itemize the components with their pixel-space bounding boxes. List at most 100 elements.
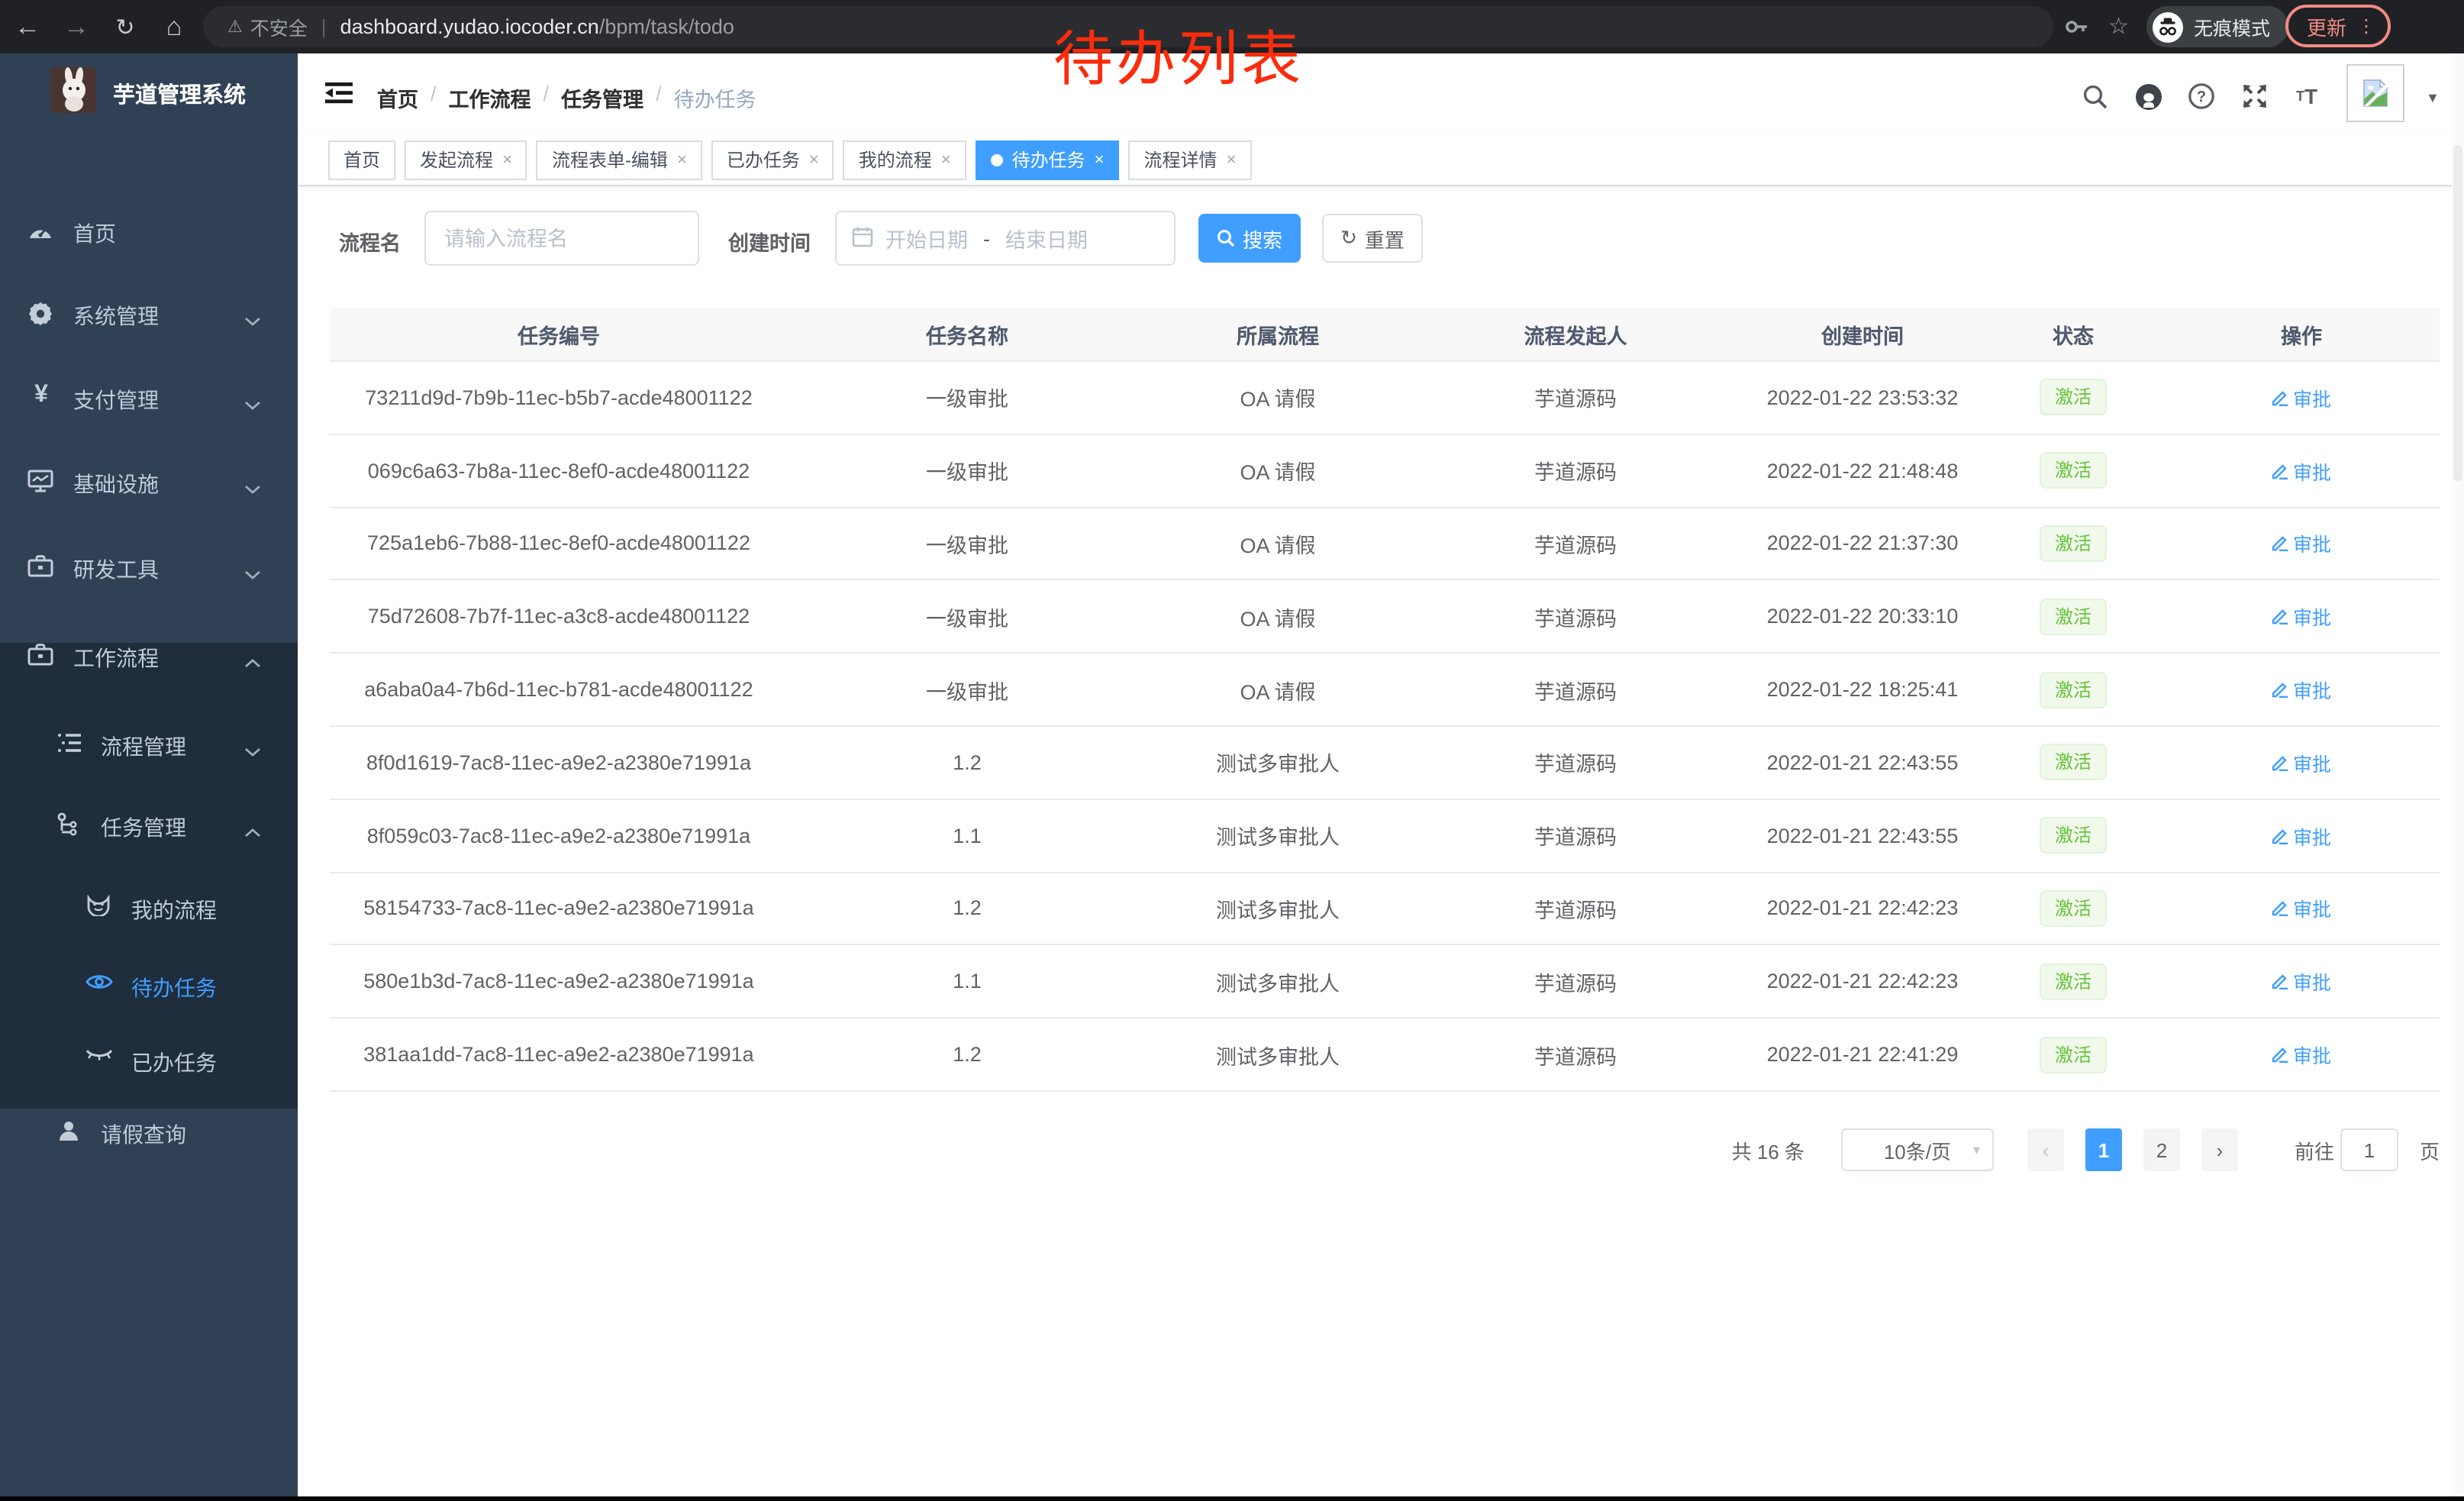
approve-button[interactable]: 审批 (2272, 383, 2331, 412)
tab-home[interactable]: 首页 (328, 140, 395, 179)
page-unit-label: 页 (2420, 1135, 2440, 1164)
prev-page-button[interactable]: ‹ (2027, 1128, 2064, 1171)
sidebar-item-home[interactable]: 首页 (0, 192, 298, 269)
tab-process-detail[interactable]: 流程详情× (1129, 140, 1252, 179)
chevron-down-icon (244, 391, 261, 415)
page-button-1[interactable]: 1 (2085, 1128, 2122, 1171)
tab-close-icon[interactable]: × (502, 150, 512, 169)
status-badge: 激活 (2040, 525, 2107, 562)
browser-forward-button[interactable]: → (55, 0, 98, 53)
chevron-up-icon (244, 649, 261, 673)
tab-process-form-edit[interactable]: 流程表单-编辑× (537, 140, 702, 179)
start-date-placeholder[interactable]: 开始日期 (885, 223, 968, 253)
approve-button[interactable]: 审批 (2272, 456, 2331, 485)
cell-process: 测试多审批人 (1147, 820, 1409, 851)
reset-button[interactable]: ↻ 重置 (1322, 214, 1423, 263)
browser-menu-icon[interactable]: ⋮ (2357, 15, 2375, 37)
column-header-status: 状态 (1983, 319, 2163, 350)
app-logo-row[interactable]: 芋道管理系统 (0, 53, 298, 130)
tab-close-icon[interactable]: × (1095, 150, 1105, 169)
not-secure-label[interactable]: 不安全 (250, 12, 308, 41)
scrollbar-thumb[interactable] (2453, 145, 2462, 481)
incognito-icon (2153, 11, 2183, 42)
cell-create-time: 2022-01-22 18:25:41 (1742, 678, 1983, 701)
cell-create-time: 2022-01-21 22:43:55 (1742, 824, 1983, 847)
cell-initiator: 芋道源码 (1409, 1039, 1742, 1070)
sidebar-item-todo-tasks[interactable]: 待办任务 (0, 947, 298, 1023)
status-badge: 激活 (2040, 890, 2107, 927)
page-size-select[interactable]: 10条/页 ▾ (1841, 1128, 1994, 1171)
tab-done-tasks[interactable]: 已办任务× (711, 140, 834, 179)
sidebar-item-payment[interactable]: ¥ 支付管理 (0, 359, 298, 435)
breadcrumb-task-management[interactable]: 任务管理 (561, 82, 643, 113)
sidebar-collapse-icon[interactable] (325, 79, 353, 115)
cell-task-name: 一级审批 (788, 528, 1147, 559)
avatar[interactable] (2346, 64, 2404, 122)
sidebar-item-system[interactable]: 系统管理 (0, 275, 298, 351)
sidebar-item-infrastructure[interactable]: 基础设施 (0, 443, 298, 519)
approve-button[interactable]: 审批 (2272, 675, 2331, 704)
page-button-2[interactable]: 2 (2143, 1128, 2180, 1171)
browser-reload-button[interactable]: ↻ (104, 0, 147, 53)
sidebar-item-label: 已办任务 (131, 1047, 217, 1078)
sidebar-item-label: 研发工具 (73, 554, 159, 585)
approve-button[interactable]: 审批 (2272, 602, 2331, 631)
avatar-caret-icon[interactable]: ▼ (2426, 90, 2440, 105)
process-name-input[interactable] (424, 211, 699, 266)
tab-close-icon[interactable]: × (809, 150, 819, 169)
tab-close-icon[interactable]: × (941, 150, 951, 169)
approve-label: 审批 (2293, 456, 2331, 485)
date-range-separator: - (983, 227, 990, 250)
fullscreen-icon[interactable] (2238, 79, 2272, 113)
chevron-down-icon (244, 307, 261, 331)
browser-update-button[interactable]: 更新 ⋮ (2285, 5, 2391, 47)
sidebar-item-my-process[interactable]: 我的流程 (0, 869, 298, 945)
tab-todo-tasks[interactable]: 待办任务 × (976, 140, 1120, 179)
approve-button[interactable]: 审批 (2272, 529, 2331, 558)
user-icon (56, 1119, 84, 1144)
cell-task-id: 58154733-7ac8-11ec-a9e2-a2380e71991a (330, 897, 788, 920)
breadcrumb-workflow[interactable]: 工作流程 (449, 82, 531, 113)
tab-close-icon[interactable]: × (1227, 150, 1237, 169)
sidebar-item-label: 首页 (73, 218, 116, 249)
tab-start-process[interactable]: 发起流程× (405, 140, 527, 179)
approve-button[interactable]: 审批 (2272, 1040, 2331, 1069)
breadcrumb-home[interactable]: 首页 (377, 82, 418, 113)
browser-home-button[interactable]: ⌂ (153, 0, 195, 53)
font-size-icon[interactable]: TT (2290, 79, 2324, 113)
password-key-icon[interactable] (2064, 14, 2090, 47)
bookmark-star-icon[interactable]: ☆ (2108, 12, 2129, 40)
browser-back-button[interactable]: ← (6, 0, 49, 53)
next-page-button[interactable]: › (2201, 1128, 2238, 1171)
scrollbar[interactable] (2452, 53, 2464, 1496)
search-button[interactable]: 搜索 (1198, 214, 1301, 263)
help-icon[interactable]: ? (2185, 79, 2218, 113)
sidebar-item-process-management[interactable]: 流程管理 (0, 705, 298, 782)
cell-task-id: 75d72608-7b7f-11ec-a3c8-acde48001122 (330, 605, 788, 628)
tab-label: 待办任务 (1012, 147, 1085, 173)
approve-button[interactable]: 审批 (2272, 821, 2331, 850)
edit-pencil-icon (2272, 754, 2288, 771)
cell-task-name: 一级审批 (788, 674, 1147, 705)
cell-initiator: 芋道源码 (1409, 820, 1742, 851)
sidebar-item-leave-query[interactable]: 请假查询 (0, 1093, 298, 1170)
tab-close-icon[interactable]: × (677, 150, 687, 169)
eye-closed-icon (85, 1047, 113, 1063)
date-range-picker[interactable]: 开始日期 - 结束日期 (835, 211, 1176, 266)
approve-button[interactable]: 审批 (2272, 748, 2331, 777)
approve-button[interactable]: 审批 (2272, 894, 2331, 923)
end-date-placeholder[interactable]: 结束日期 (1005, 223, 1088, 253)
cell-process: OA 请假 (1147, 455, 1409, 486)
search-icon[interactable] (2078, 79, 2111, 113)
sidebar-item-done-tasks[interactable]: 已办任务 (0, 1022, 298, 1098)
approve-button[interactable]: 审批 (2272, 967, 2331, 996)
goto-page-input[interactable] (2340, 1128, 2398, 1171)
github-icon[interactable] (2131, 79, 2165, 113)
sidebar-item-task-management[interactable]: 任务管理 (0, 786, 298, 863)
tab-my-process[interactable]: 我的流程× (843, 140, 966, 179)
cell-create-time: 2022-01-21 22:42:23 (1742, 970, 1983, 993)
sidebar-item-workflow[interactable]: 工作流程 (0, 617, 298, 693)
table-header-row: 任务编号 任务名称 所属流程 流程发起人 创建时间 状态 操作 (330, 308, 2440, 362)
cell-task-name: 1.1 (788, 970, 1147, 993)
sidebar-item-dev-tools[interactable]: 研发工具 (0, 528, 298, 605)
